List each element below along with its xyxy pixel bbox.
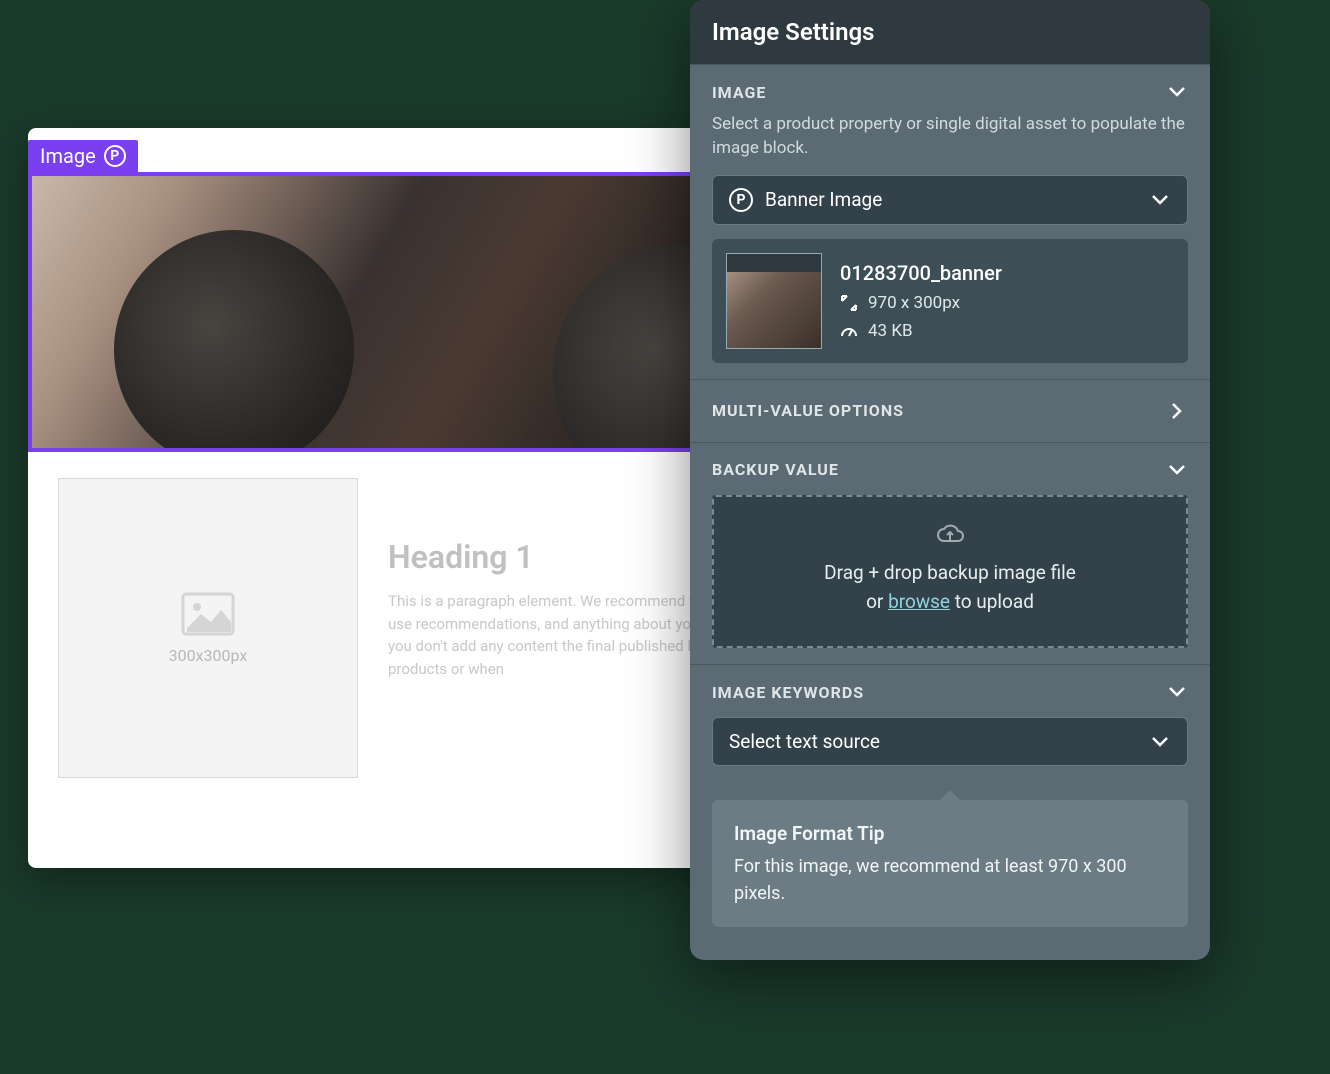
upload-icon [734, 523, 1166, 554]
section-backup-label: BACKUP VALUE [712, 460, 839, 479]
chevron-right-icon [1166, 400, 1188, 422]
keywords-source-dropdown[interactable]: Select text source [712, 717, 1188, 766]
section-multi-value: MULTI-VALUE OPTIONS [690, 379, 1210, 442]
selected-block-tag: Image P [28, 140, 138, 172]
block-label: Image [40, 144, 96, 168]
browse-link[interactable]: browse [888, 590, 950, 613]
chevron-down-icon [1149, 731, 1171, 753]
placeholder-dimensions: 300x300px [169, 646, 248, 665]
settings-panel: Image Settings IMAGE Select a product pr… [690, 0, 1210, 960]
section-keywords-label: IMAGE KEYWORDS [712, 683, 864, 702]
dimensions-icon [840, 294, 858, 312]
dropzone-line2: or browse to upload [734, 588, 1166, 617]
chevron-down-icon [1166, 81, 1188, 103]
section-image-label: IMAGE [712, 83, 766, 102]
asset-dimensions: 970 x 300px [868, 293, 960, 313]
asset-thumbnail [726, 253, 822, 349]
section-keywords-header[interactable]: IMAGE KEYWORDS [712, 681, 1188, 703]
dropzone-line1: Drag + drop backup image file [734, 559, 1166, 588]
chevron-down-icon [1149, 189, 1171, 211]
section-image-keywords: IMAGE KEYWORDS Select text source [690, 664, 1210, 782]
property-icon: P [729, 188, 753, 212]
asset-filesize: 43 KB [868, 321, 913, 341]
section-multi-header[interactable]: MULTI-VALUE OPTIONS [712, 396, 1188, 426]
dropdown-value: Banner Image [765, 188, 882, 211]
panel-title: Image Settings [690, 0, 1210, 64]
section-image: IMAGE Select a product property or singl… [690, 64, 1210, 379]
selected-asset-card[interactable]: 01283700_banner 970 x 300px 43 KB [712, 239, 1188, 363]
chevron-down-icon [1166, 459, 1188, 481]
section-image-header[interactable]: IMAGE [712, 81, 1188, 103]
image-source-dropdown[interactable]: P Banner Image [712, 175, 1188, 225]
section-image-description: Select a product property or single digi… [712, 113, 1188, 161]
image-placeholder[interactable]: 300x300px [58, 478, 358, 778]
filesize-icon [840, 322, 858, 340]
section-backup-value: BACKUP VALUE Drag + drop backup image fi… [690, 442, 1210, 665]
dropdown-value: Select text source [729, 730, 880, 753]
format-tip: Image Format Tip For this image, we reco… [712, 800, 1188, 927]
property-icon: P [104, 145, 126, 167]
backup-dropzone[interactable]: Drag + drop backup image file or browse … [712, 495, 1188, 649]
tip-title: Image Format Tip [734, 820, 1166, 849]
section-backup-header[interactable]: BACKUP VALUE [712, 459, 1188, 481]
chevron-down-icon [1166, 681, 1188, 703]
section-multi-label: MULTI-VALUE OPTIONS [712, 401, 904, 420]
tip-body: For this image, we recommend at least 97… [734, 853, 1166, 907]
image-icon [181, 592, 235, 636]
asset-filename: 01283700_banner [840, 261, 1002, 285]
